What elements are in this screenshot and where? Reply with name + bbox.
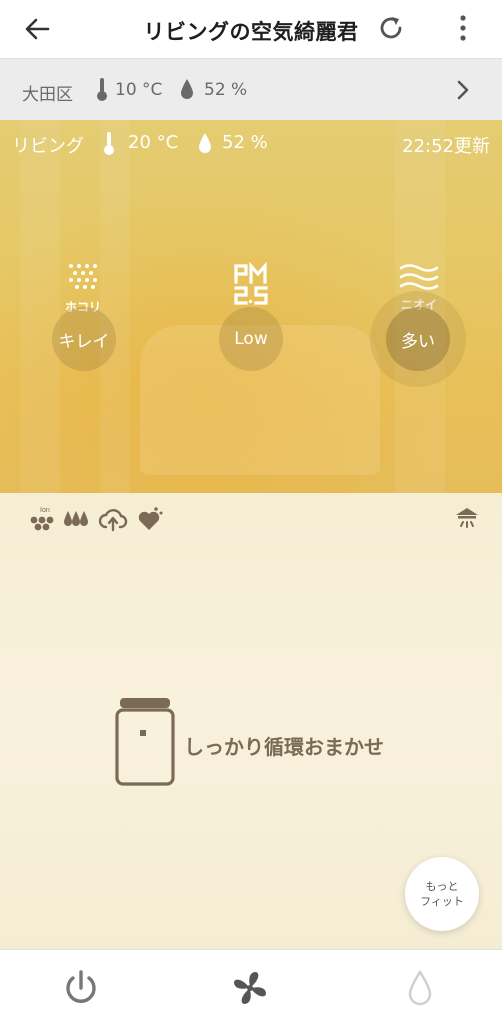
dust-dots-icon xyxy=(69,264,97,289)
air-quality-panel: リビング 20 °C 52 % 22:52更新 ホコリ キレイ Low ニオイ … xyxy=(0,120,502,493)
heart-sparkle-icon xyxy=(138,507,163,530)
outdoor-location: 大田区 xyxy=(22,85,73,105)
more-fit-button[interactable]: もっと フィット xyxy=(405,857,479,931)
pm25-icon xyxy=(234,261,268,305)
thermometer-icon xyxy=(97,78,107,101)
odor-status-badge[interactable]: 多い xyxy=(386,307,450,371)
bottom-tab-bar xyxy=(0,949,502,1025)
ion-icon: Ion xyxy=(30,507,54,531)
pm25-sensor xyxy=(206,261,296,310)
power-icon[interactable] xyxy=(61,968,101,1008)
pm25-status-badge[interactable]: Low xyxy=(219,307,283,371)
outdoor-weather-bar[interactable]: 大田区 10 °C 52 % xyxy=(0,58,502,121)
fan-icon[interactable] xyxy=(230,968,270,1008)
dust-status-badge[interactable]: キレイ xyxy=(52,307,116,371)
room-temperature: 20 °C xyxy=(128,132,179,153)
fit-button-line1: もっと xyxy=(425,880,459,893)
outdoor-humidity: 52 % xyxy=(204,80,248,100)
air-purifier-icon xyxy=(115,698,175,786)
updated-time: 22:52更新 xyxy=(402,136,490,157)
refresh-icon[interactable] xyxy=(376,13,406,43)
ceiling-light-icon xyxy=(456,508,478,528)
odor-waves-icon xyxy=(399,264,439,290)
room-name: リビング xyxy=(12,136,84,157)
humidify-drops-icon xyxy=(64,511,88,526)
app-header: リビングの空気綺麗君 xyxy=(0,0,502,58)
fit-button-line2: フィット xyxy=(420,895,464,908)
humidity-drop-icon xyxy=(181,79,193,99)
operation-mode-label: しっかり循環おまかせ xyxy=(184,735,384,759)
thermometer-icon xyxy=(104,132,114,155)
cloud-upload-icon xyxy=(98,509,128,532)
room-humidity: 52 % xyxy=(222,132,268,153)
water-drop-icon[interactable] xyxy=(400,968,440,1008)
page-title: リビングの空気綺麗君 xyxy=(143,20,359,44)
outdoor-temperature: 10 °C xyxy=(115,80,163,100)
chevron-right-icon[interactable] xyxy=(454,79,472,101)
humidity-drop-icon xyxy=(199,133,211,153)
ion-label: Ion xyxy=(40,507,50,514)
more-vertical-icon[interactable] xyxy=(452,12,474,44)
